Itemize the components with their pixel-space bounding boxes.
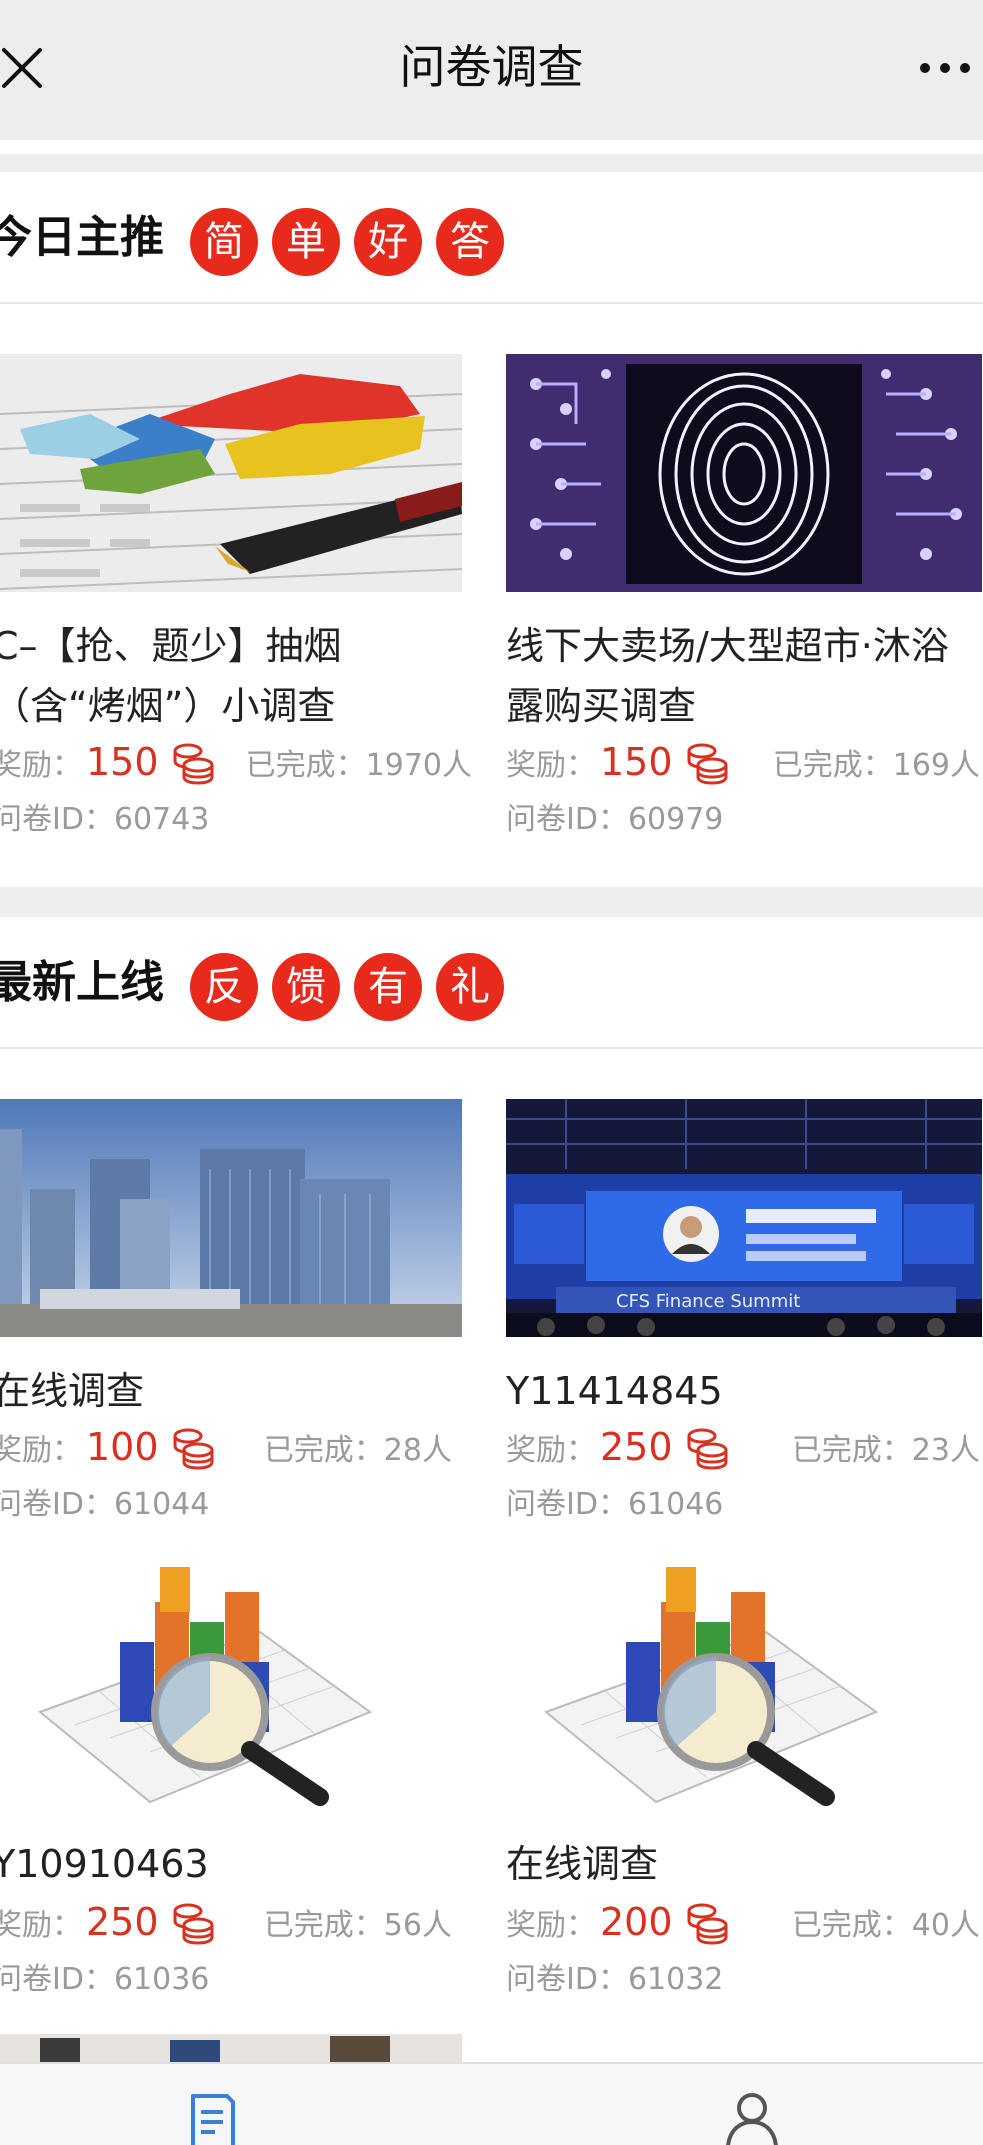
section-new: 最新上线 反 馈 有 礼 在线调查 奖励： 100 已完成：28人 问卷ID：6… [0,917,983,2062]
reward-amount: 150 [600,740,673,784]
reward-amount: 200 [600,1900,673,1944]
qid-row: 问卷ID：61044 [0,1479,472,1531]
questionnaire-id: 问卷ID：61044 [0,1487,210,1522]
finance-summit-stage-image: CFS Finance Summit [506,1099,982,1337]
reward-label: 奖励： [0,748,82,783]
completed-count: 已完成：1970人 [245,748,472,783]
survey-card[interactable]: C–【抢、题少】抽烟（含“烤烟”）小调查 奖励： 150 已完成：1970人 问卷… [0,354,480,837]
people-photo-partial [0,2034,462,2062]
reward-amount: 100 [86,1425,159,1469]
bar-chart-magnifier-icon [506,1562,968,1812]
survey-title: 在线调查 [506,1842,659,1886]
fingerprint-circuit-image [506,354,982,592]
stage-banner-text: CFS Finance Summit [616,1291,800,1312]
coin-stack-icon [687,1903,728,1945]
survey-title: Y11414845 [506,1369,723,1413]
questionnaire-id: 问卷ID：60979 [506,802,724,837]
tab-profile[interactable] [722,2088,782,2145]
completed-count: 已完成：40人 [791,1908,980,1943]
completed-count: 已完成：23人 [791,1433,980,1468]
badge-group: 简 单 好 答 [190,208,518,276]
section-header: 今日主推 简 单 好 答 [0,172,983,304]
reward-row: 奖励： 250 已完成：23人 [506,1425,983,1477]
survey-thumbnail [0,354,462,592]
qid-row: 问卷ID：60743 [0,794,472,846]
reward-label: 奖励： [0,1908,82,1943]
reward-label: 奖励： [506,1433,596,1468]
section-badge: 好 [354,208,422,276]
completed-count: 已完成：28人 [263,1433,452,1468]
survey-thumbnail: CFS Finance Summit [506,1099,982,1337]
tab-survey-list[interactable] [185,2092,241,2145]
section-title: 今日主推 [0,212,164,263]
survey-thumbnail [506,354,982,592]
survey-title: 线下大卖场/大型超市·沐浴露购买调查 [506,624,949,728]
section-title: 最新上线 [0,957,164,1008]
section-badge: 反 [190,953,258,1021]
section-badge: 简 [190,208,258,276]
survey-card[interactable]: 在线调查 奖励： 200 已完成：40人 问卷ID：61032 [506,1562,983,2022]
coin-stack-icon [173,1903,214,1945]
pie-chart-document-image [0,354,462,592]
reward-row: 奖励： 100 已完成：28人 [0,1425,472,1477]
survey-thumbnail [506,1562,968,1812]
coin-stack-icon [687,1428,728,1470]
reward-amount: 250 [86,1900,159,1944]
coin-stack-icon [687,743,728,785]
reward-label: 奖励： [506,748,596,783]
survey-title: C–【抢、题少】抽烟（含“烤烟”）小调查 [0,624,342,728]
more-dots-icon [920,63,970,73]
top-navigation-bar: 问卷调查 [0,0,983,130]
reward-label: 奖励： [0,1433,82,1468]
survey-card[interactable]: 线下大卖场/大型超市·沐浴露购买调查 奖励： 150 已完成：169人 问卷ID：… [506,354,983,837]
qid-row: 问卷ID：61036 [0,1954,472,2006]
survey-thumbnail [0,1099,462,1337]
survey-thumbnail-partial[interactable] [0,2034,462,2062]
completed-count: 已完成：56人 [263,1908,452,1943]
section-badge: 单 [272,208,340,276]
bar-chart-magnifier-icon [0,1562,462,1812]
survey-title: 在线调查 [0,1369,145,1413]
reward-amount: 150 [86,740,159,784]
survey-card[interactable]: Y10910463 奖励： 250 已完成：56人 问卷ID：61036 [0,1562,480,2022]
divider-strip [0,140,983,154]
more-options-button[interactable] [917,48,973,88]
page-title: 问卷调查 [399,40,584,94]
questionnaire-id: 问卷ID：60743 [0,802,210,837]
survey-title: Y10910463 [0,1842,209,1886]
survey-thumbnail [0,1562,462,1812]
reward-row: 奖励： 200 已完成：40人 [506,1900,983,1952]
completed-count: 已完成：169人 [772,748,980,783]
survey-card[interactable]: 在线调查 奖励： 100 已完成：28人 问卷ID：61044 [0,1099,480,1559]
coin-stack-icon [173,743,214,785]
user-profile-icon [726,2093,778,2145]
reward-row: 奖励： 150 已完成：1970人 [0,740,472,792]
city-skyscrapers-image [0,1099,462,1337]
section-header: 最新上线 反 馈 有 礼 [0,917,983,1049]
section-badge: 有 [354,953,422,1021]
reward-row: 奖励： 250 已完成：56人 [0,1900,472,1952]
questionnaire-id: 问卷ID：61046 [506,1487,724,1522]
questionnaire-id: 问卷ID：61036 [0,1962,210,1997]
section-badge: 答 [436,208,504,276]
section-badge: 馈 [272,953,340,1021]
section-featured: 今日主推 简 单 好 答 C–【抢、题少】抽烟（含“烤烟”）小调查 奖励： 15… [0,172,983,887]
survey-card[interactable]: CFS Finance Summit Y11414845 奖励： 250 已完成：… [506,1099,983,1559]
reward-row: 奖励： 150 已完成：169人 [506,740,983,792]
qid-row: 问卷ID：61046 [506,1479,983,1531]
bottom-tab-bar [0,2062,983,2145]
coin-stack-icon [173,1428,214,1470]
section-badge: 礼 [436,953,504,1021]
qid-row: 问卷ID：61032 [506,1954,983,2006]
survey-list-icon [191,2094,235,2145]
qid-row: 问卷ID：60979 [506,794,983,846]
questionnaire-id: 问卷ID：61032 [506,1962,724,1997]
badge-group: 反 馈 有 礼 [190,953,518,1021]
reward-amount: 250 [600,1425,673,1469]
reward-label: 奖励： [506,1908,596,1943]
